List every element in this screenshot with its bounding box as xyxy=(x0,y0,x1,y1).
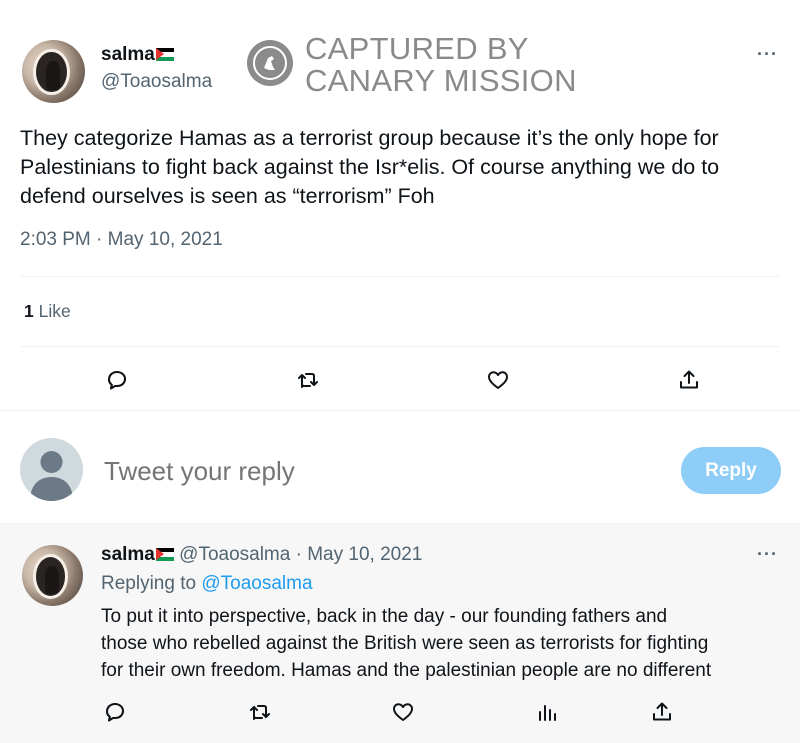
more-options-icon[interactable]: ··· xyxy=(757,44,778,65)
avatar-person-shape xyxy=(45,61,60,91)
avatar-person-shape xyxy=(45,565,59,594)
divider xyxy=(20,276,780,277)
reply-reply-action[interactable] xyxy=(101,698,129,726)
reply-author-avatar[interactable] xyxy=(22,545,83,606)
speech-bubble-icon xyxy=(107,370,127,390)
reply-views-action[interactable] xyxy=(534,698,562,726)
tweet-timestamp[interactable]: 2:03 PM · May 10, 2021 xyxy=(20,229,223,251)
speech-bubble-icon xyxy=(105,702,125,722)
reply-tweet[interactable]: salma @Toaosalma · May 10, 2021 ··· Repl… xyxy=(0,524,800,743)
reply-share-action[interactable] xyxy=(648,698,676,726)
heart-icon xyxy=(488,371,508,389)
reply-author-handle[interactable]: @Toaosalma xyxy=(179,544,290,565)
default-user-icon xyxy=(30,451,73,501)
reply-text-line-2: those who rebelled against the British w… xyxy=(101,633,709,654)
replying-to-handle-link[interactable]: @Toaosalma xyxy=(201,573,312,594)
reply-text-line-3: for their own freedom. Hamas and the pal… xyxy=(101,660,712,681)
retweet-icon xyxy=(250,705,270,720)
like-action[interactable] xyxy=(484,366,512,394)
bar-chart-icon xyxy=(539,705,556,721)
watermark-line-2: CANARY MISSION xyxy=(305,63,577,98)
replying-to-label: Replying to xyxy=(101,573,197,594)
reply-date[interactable]: May 10, 2021 xyxy=(307,544,422,565)
reply-like-action[interactable] xyxy=(389,698,417,726)
retweet-icon xyxy=(298,373,318,388)
watermark-line-1: CAPTURED BY xyxy=(305,31,529,66)
share-icon xyxy=(653,702,671,721)
palestine-flag-icon xyxy=(155,48,174,61)
author-display-name[interactable]: salma xyxy=(101,44,155,65)
divider xyxy=(20,346,780,347)
tweet-text: They categorize Hamas as a terrorist gro… xyxy=(20,126,720,208)
author-avatar[interactable] xyxy=(22,40,85,103)
bird-in-circle-icon xyxy=(247,40,293,86)
author-handle[interactable]: @Toaosalma xyxy=(101,71,212,93)
current-user-avatar[interactable] xyxy=(20,438,83,501)
heart-icon xyxy=(393,703,413,721)
share-action[interactable] xyxy=(675,366,703,394)
share-icon xyxy=(680,370,698,389)
reply-button[interactable]: Reply xyxy=(681,447,781,494)
palestine-flag-icon xyxy=(155,548,174,561)
reply-header: salma @Toaosalma · May 10, 2021 xyxy=(101,544,422,566)
reply-more-options-icon[interactable]: ··· xyxy=(757,544,778,565)
divider xyxy=(0,410,800,411)
reply-input[interactable] xyxy=(104,452,604,490)
likes-count: 1 xyxy=(24,301,34,321)
retweet-action[interactable] xyxy=(294,366,322,394)
reply-text-line-1: To put it into perspective, back in the … xyxy=(101,606,668,627)
replying-to-line: Replying to @Toaosalma xyxy=(101,573,313,595)
likes-label: Like xyxy=(38,301,71,321)
likes-count-row[interactable]: 1 Like xyxy=(24,301,71,322)
reply-action[interactable] xyxy=(103,366,131,394)
header-separator: · xyxy=(295,544,302,565)
reply-retweet-action[interactable] xyxy=(246,698,274,726)
author-name-row[interactable]: salma xyxy=(101,44,174,66)
reply-author-name[interactable]: salma xyxy=(101,544,155,565)
